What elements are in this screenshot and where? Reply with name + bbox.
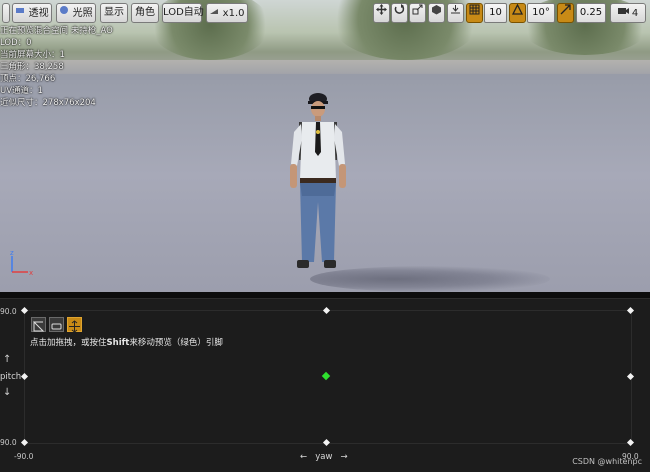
show-animation-names-toggle[interactable] [49, 317, 64, 332]
viewport-toolbar: 透视 光照 显示 角色 LOD自动 x1.0 10 10° 0.25 4 [0, 3, 650, 23]
scale-snap-value[interactable]: 0.25 [576, 3, 606, 23]
coordinate-space-button[interactable] [428, 3, 445, 23]
character-button[interactable]: 角色 [131, 3, 159, 23]
stats-lod: LOD：0 [0, 38, 32, 48]
left-arrow-icon: ← [300, 452, 308, 462]
x-axis-label-row: ← yaw → [300, 452, 348, 462]
grid-snap-toggle[interactable] [466, 3, 483, 23]
scale-snap-toggle[interactable] [557, 3, 574, 23]
perspective-icon [15, 4, 25, 22]
lit-sphere-icon [59, 4, 69, 22]
viewport-menu-button[interactable] [2, 3, 10, 23]
world-cube-icon [431, 4, 442, 22]
show-label: 显示 [104, 7, 124, 18]
translate-tool-button[interactable] [373, 3, 390, 23]
preview-viewport[interactable]: 正在预览混合空间 未持枪_AO LOD：0 当前屏幕大小：1 三角形：38,25… [0, 0, 650, 292]
character-label: 角色 [135, 7, 155, 18]
up-arrow-icon: ↑ [3, 354, 12, 365]
viewport-stats: 正在预览混合空间 未持枪_AO LOD：0 当前屏幕大小：1 三角形：38,25… [0, 25, 113, 109]
stats-preview: 正在预览混合空间 未持枪_AO [0, 26, 113, 36]
label-icon [51, 323, 62, 330]
triangulation-toggle[interactable] [31, 317, 46, 332]
x-axis-label: yaw [315, 452, 333, 462]
stats-approx-size: 近似尺寸：278x76x204 [0, 98, 96, 108]
stats-triangles: 三角形：38,258 [0, 62, 64, 72]
lighting-label: 光照 [72, 8, 93, 19]
surface-snap-button[interactable] [447, 3, 464, 23]
rotation-snap-toggle[interactable] [509, 3, 526, 23]
blend-space-hint: 点击加拖拽，或按住Shift来移动预览（绿色）引脚 [30, 338, 223, 348]
rotation-snap-value[interactable]: 10° [527, 3, 555, 23]
perspective-button[interactable]: 透视 [12, 3, 52, 23]
move-icon [376, 4, 387, 22]
camera-speed-button[interactable]: 4 [610, 3, 646, 23]
show-button[interactable]: 显示 [100, 3, 128, 23]
triangulation-icon [33, 320, 45, 332]
lighting-button[interactable]: 光照 [56, 3, 96, 23]
scale-icon [412, 4, 423, 22]
blend-space-editor[interactable]: 点击加拖拽，或按住Shift来移动预览（绿色）引脚 90.0 90.0 -90.… [0, 299, 650, 472]
axis-gizmo-icon: z x [10, 250, 33, 277]
y-axis-label: pitch [0, 372, 22, 382]
lod-label: LOD自动 [163, 7, 204, 18]
down-arrow-icon: ↓ [3, 387, 12, 398]
character-mesh[interactable] [280, 92, 350, 282]
lod-button[interactable]: LOD自动 [162, 3, 204, 23]
sample-point[interactable] [626, 438, 635, 447]
speed-icon [209, 4, 219, 22]
y-axis-max: 90.0 [0, 307, 17, 316]
svg-text:z: z [10, 250, 14, 257]
surface-snap-icon [450, 4, 461, 22]
panel-divider[interactable] [0, 292, 650, 299]
camera-speed-value: 4 [631, 8, 639, 19]
stats-vertices: 顶点：26,766 [0, 74, 56, 84]
rotate-icon [394, 4, 405, 22]
rotate-tool-button[interactable] [391, 3, 408, 23]
stats-screen-size: 当前屏幕大小：1 [0, 50, 65, 60]
right-arrow-icon: → [340, 452, 348, 462]
watermark: CSDN @whitenpc [572, 457, 642, 466]
svg-text:x: x [29, 269, 33, 277]
expand-arrows-icon [69, 320, 80, 333]
x-axis-min: -90.0 [14, 452, 34, 461]
perspective-label: 透视 [28, 8, 49, 19]
stats-uv-channels: UV通道：1 [0, 86, 43, 96]
playback-speed-label: x1.0 [222, 8, 245, 19]
scale-arrow-icon [560, 4, 571, 22]
angle-icon [511, 3, 524, 22]
playback-speed-button[interactable]: x1.0 [206, 3, 248, 23]
grid-icon [469, 4, 480, 22]
hint-shift-key: Shift [106, 338, 130, 348]
camera-icon [617, 4, 629, 22]
scale-tool-button[interactable] [409, 3, 426, 23]
y-axis-min: 90.0 [0, 438, 17, 447]
fit-to-grid-toggle[interactable] [67, 317, 82, 333]
grid-snap-value[interactable]: 10 [484, 3, 507, 23]
